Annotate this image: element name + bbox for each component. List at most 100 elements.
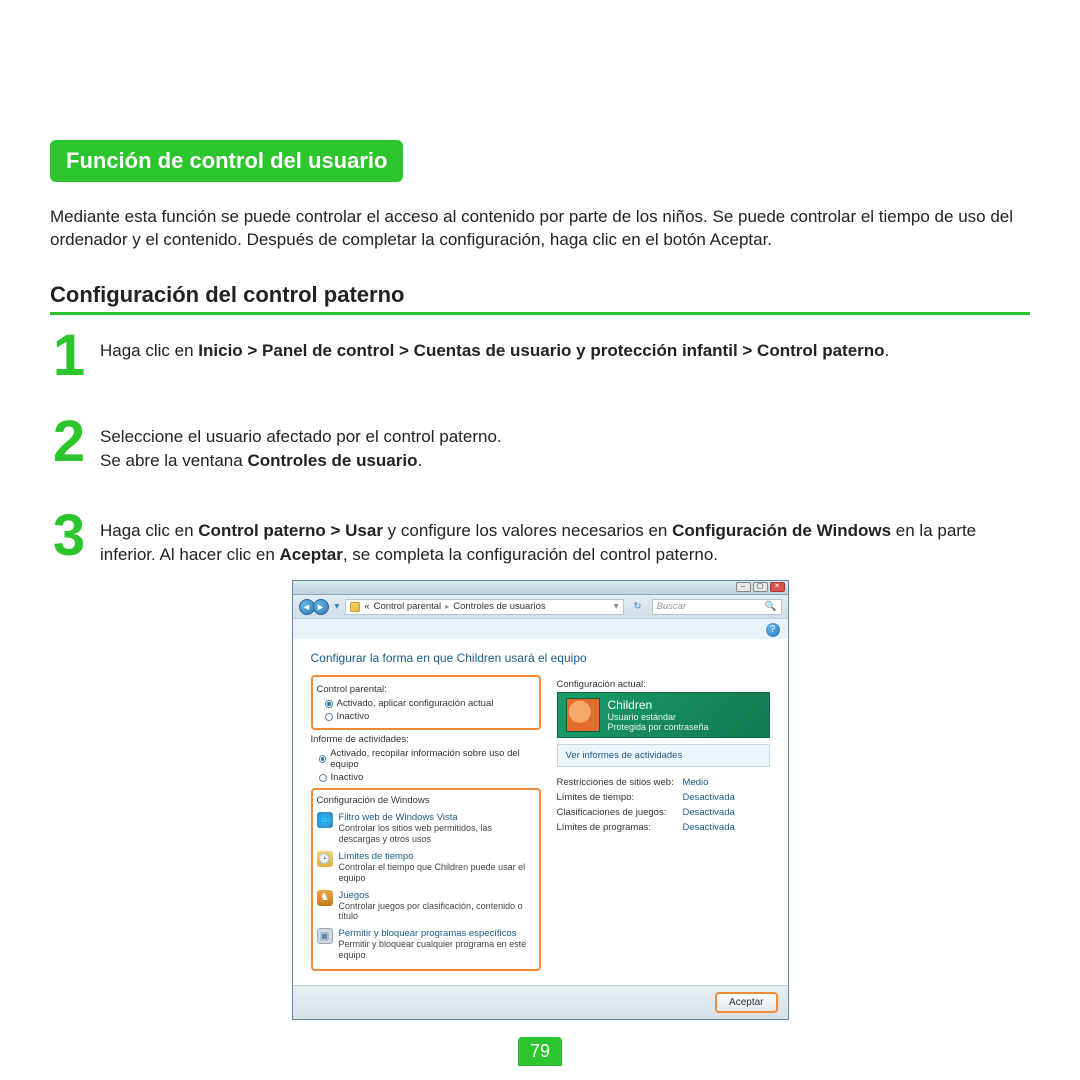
radio-label: Activado, recopilar información sobre us… <box>330 748 540 770</box>
text-bold: Configuración de Windows <box>672 521 891 540</box>
text: , se completa la configuración del contr… <box>343 545 718 564</box>
text-bold: Controles de usuario <box>247 451 417 470</box>
refresh-button[interactable]: ↻ <box>630 599 646 615</box>
window-body: Configurar la forma en que Children usar… <box>293 639 788 984</box>
link-label: Permitir y bloquear programas específico… <box>339 928 535 939</box>
config-item-time[interactable]: 🕒 Límites de tiempoControlar el tiempo q… <box>317 848 535 887</box>
chevron-right-icon: ▸ <box>445 602 449 611</box>
text: y configure los valores necesarios en <box>383 521 672 540</box>
forward-button[interactable]: ► <box>313 599 329 615</box>
group-label: Configuración actual: <box>557 679 770 690</box>
minimize-button[interactable]: – <box>736 582 751 592</box>
kv-value: Desactivada <box>683 792 735 803</box>
search-placeholder: Buscar <box>657 601 687 612</box>
text-bold: Control paterno > Usar <box>198 521 383 540</box>
block-icon: ▣ <box>317 928 333 944</box>
step-text: Haga clic en Inicio > Panel de control >… <box>100 333 889 363</box>
kv-value: Medio <box>683 777 709 788</box>
breadcrumb-item[interactable]: Control parental <box>374 601 442 612</box>
window-titlebar[interactable]: – ▢ ✕ <box>293 581 788 595</box>
radio-label: Inactivo <box>337 711 370 722</box>
link-sub: Permitir y bloquear cualquier programa e… <box>339 939 535 961</box>
breadcrumb[interactable]: « Control parental ▸ Controles de usuari… <box>345 599 623 615</box>
nav-bar: ◄ ► ▾ « Control parental ▸ Controles de … <box>293 595 788 619</box>
link-sub: Controlar juegos por clasificación, cont… <box>339 901 535 923</box>
accept-button[interactable]: Aceptar <box>715 992 777 1013</box>
config-item-games[interactable]: ♞ JuegosControlar juegos por clasificaci… <box>317 887 535 926</box>
dropdown-icon[interactable]: ▾ <box>335 601 340 612</box>
link-sub: Controlar los sitios web permitidos, las… <box>339 823 535 845</box>
text-bold: Inicio > Panel de control > Cuentas de u… <box>198 341 884 360</box>
window-footer: Aceptar <box>293 985 788 1019</box>
radio-icon <box>319 774 327 782</box>
step-text: Seleccione el usuario afectado por el co… <box>100 419 502 473</box>
intro-paragraph: Mediante esta función se puede controlar… <box>50 206 1030 252</box>
link-label: Juegos <box>339 890 535 901</box>
highlight-windows-config: Configuración de Windows 🌐 Filtro web de… <box>311 788 541 970</box>
link-label: Límites de tiempo <box>339 851 535 862</box>
user-type: Usuario estándar <box>608 712 709 722</box>
page-number: 79 <box>518 1037 562 1066</box>
breadcrumb-item[interactable]: Controles de usuarios <box>453 601 545 612</box>
group-label: Control parental: <box>317 684 535 695</box>
config-item-programs[interactable]: ▣ Permitir y bloquear programas específi… <box>317 925 535 964</box>
kv-row: Restricciones de sitios web: Medio <box>557 775 770 790</box>
kv-key: Límites de tiempo: <box>557 792 677 803</box>
radio-act-on[interactable]: Activado, recopilar información sobre us… <box>311 747 541 771</box>
help-icon[interactable]: ? <box>766 623 780 637</box>
globe-icon: 🌐 <box>317 812 333 828</box>
radio-cp-off[interactable]: Inactivo <box>317 710 535 723</box>
chevron-down-icon[interactable]: ▾ <box>614 601 619 612</box>
text: . <box>885 341 890 360</box>
radio-label: Inactivo <box>331 772 364 783</box>
radio-label: Activado, aplicar configuración actual <box>337 698 494 709</box>
breadcrumb-back: « <box>364 601 369 612</box>
text: . <box>417 451 422 470</box>
radio-icon <box>325 700 333 708</box>
link-label: Filtro web de Windows Vista <box>339 812 535 823</box>
text-line: Seleccione el usuario afectado por el co… <box>100 425 502 449</box>
title-badge: Función de control del usuario <box>50 140 403 182</box>
text: Se abre la ventana <box>100 451 247 470</box>
clock-icon: 🕒 <box>317 851 333 867</box>
search-input[interactable]: Buscar 🔍 <box>652 599 782 615</box>
group-label: Configuración de Windows <box>317 795 535 806</box>
step-number: 2 <box>50 419 88 465</box>
radio-icon <box>319 755 327 763</box>
right-column: Configuración actual: Children Usuario e… <box>557 675 770 974</box>
step-number: 1 <box>50 333 88 379</box>
step-1: 1 Haga clic en Inicio > Panel de control… <box>50 333 1030 379</box>
link-sub: Controlar el tiempo que Children puede u… <box>339 862 535 884</box>
text-line: Se abre la ventana Controles de usuario. <box>100 449 502 473</box>
step-number: 3 <box>50 513 88 559</box>
avatar <box>566 698 600 732</box>
kv-key: Restricciones de sitios web: <box>557 777 677 788</box>
text: Haga clic en <box>100 341 198 360</box>
maximize-button[interactable]: ▢ <box>753 582 768 592</box>
radio-act-off[interactable]: Inactivo <box>311 771 541 784</box>
user-password-status: Protegida por contraseña <box>608 722 709 732</box>
user-name: Children <box>608 698 709 712</box>
page-title: Configurar la forma en que Children usar… <box>311 651 770 665</box>
config-item-webfilter[interactable]: 🌐 Filtro web de Windows VistaControlar l… <box>317 809 535 848</box>
search-icon: 🔍 <box>765 601 777 612</box>
view-reports-link[interactable]: Ver informes de actividades <box>557 744 770 767</box>
kv-row: Clasificaciones de juegos: Desactivada <box>557 805 770 820</box>
radio-icon <box>325 713 333 721</box>
vista-window: – ▢ ✕ ◄ ► ▾ « Control parental ▸ Control… <box>292 580 789 1019</box>
kv-key: Límites de programas: <box>557 822 677 833</box>
group-label: Informe de actividades: <box>311 734 541 745</box>
step-text: Haga clic en Control paterno > Usar y co… <box>100 513 1030 567</box>
shield-icon <box>350 602 360 612</box>
step-3: 3 Haga clic en Control paterno > Usar y … <box>50 513 1030 567</box>
kv-value: Desactivada <box>683 807 735 818</box>
radio-cp-on[interactable]: Activado, aplicar configuración actual <box>317 697 535 710</box>
kv-row: Límites de programas:Desactivada <box>557 820 770 835</box>
close-button[interactable]: ✕ <box>770 582 785 592</box>
nav-arrows: ◄ ► <box>299 599 329 615</box>
window-buttons: – ▢ ✕ <box>736 582 785 592</box>
user-card: Children Usuario estándar Protegida por … <box>557 692 770 738</box>
kv-key: Clasificaciones de juegos: <box>557 807 677 818</box>
chess-icon: ♞ <box>317 890 333 906</box>
kv-row: Límites de tiempo: Desactivada <box>557 790 770 805</box>
